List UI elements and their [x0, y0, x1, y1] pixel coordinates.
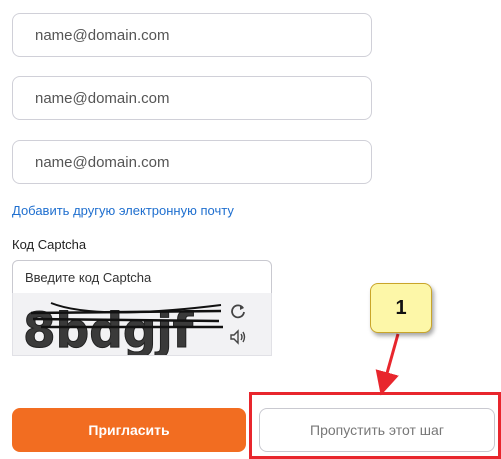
- refresh-icon[interactable]: [227, 301, 249, 321]
- email-field-2[interactable]: [12, 76, 372, 120]
- captcha-image-box: 8bdgjf: [12, 293, 272, 356]
- skip-step-button[interactable]: Пропустить этот шаг: [259, 408, 495, 452]
- callout-arrow: [375, 333, 400, 396]
- callout-badge: 1: [370, 283, 432, 333]
- captcha-input[interactable]: [12, 260, 272, 294]
- speaker-icon[interactable]: [227, 327, 249, 347]
- email-field-1[interactable]: [12, 13, 372, 57]
- email-field-3[interactable]: [12, 140, 372, 184]
- captcha-label: Код Captcha: [12, 237, 87, 252]
- add-email-link[interactable]: Добавить другую электронную почту: [12, 203, 234, 218]
- invite-button[interactable]: Пригласить: [12, 408, 246, 452]
- captcha-image: 8bdgjf: [23, 302, 223, 355]
